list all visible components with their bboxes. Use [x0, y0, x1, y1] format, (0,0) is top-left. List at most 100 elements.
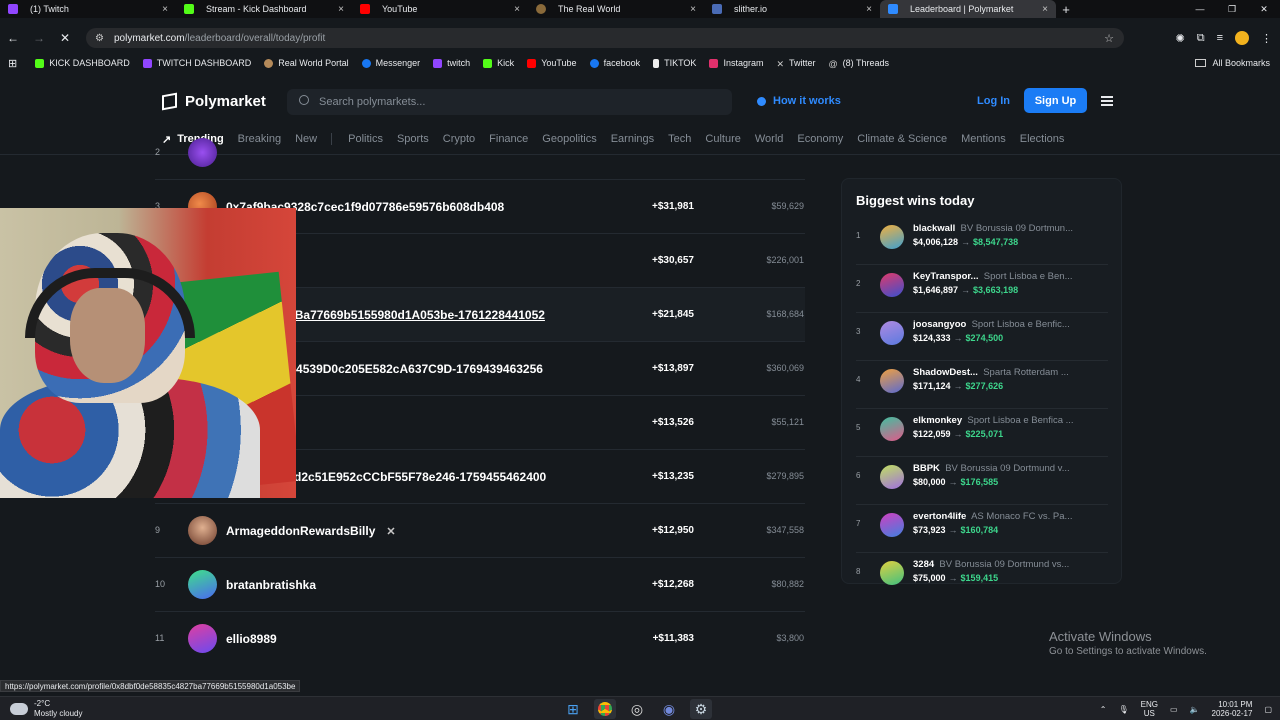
win-username[interactable]: everton4life: [913, 511, 966, 522]
win-item[interactable]: 8 3284 BV Borussia 09 Dortmund vs... $75…: [856, 553, 1108, 601]
username-link[interactable]: ArmageddonRewardsBilly ✕: [226, 524, 396, 538]
bookmark-twitch-dashboard[interactable]: TWITCH DASHBOARD: [142, 58, 251, 68]
user-avatar[interactable]: [880, 417, 904, 441]
bookmark-twitch[interactable]: twitch: [433, 58, 470, 68]
win-item[interactable]: 6 BBPK BV Borussia 09 Dortmund v... $80,…: [856, 457, 1108, 505]
win-event[interactable]: BV Borussia 09 Dortmund v...: [945, 463, 1069, 474]
chrome-icon[interactable]: [594, 699, 616, 719]
apps-grid-icon[interactable]: ⊞: [8, 57, 17, 70]
close-icon[interactable]: ×: [1042, 4, 1048, 15]
bookmark-tiktok[interactable]: TIKTOK: [653, 58, 696, 68]
win-username[interactable]: 3284: [913, 559, 934, 570]
login-button[interactable]: Log In: [977, 95, 1010, 107]
extensions-puzzle-icon[interactable]: ⧉: [1197, 32, 1205, 45]
weather-widget[interactable]: -2°C Mostly cloudy: [10, 699, 82, 719]
win-event[interactable]: Sparta Rotterdam ...: [983, 367, 1069, 378]
leaderboard-row[interactable]: 11 ellio8989 +$11,383 $3,800: [155, 612, 805, 666]
category-climate-science[interactable]: Climate & Science: [857, 133, 947, 145]
tab-real-world[interactable]: The Real World ×: [528, 0, 704, 18]
how-it-works-link[interactable]: How it works: [757, 95, 841, 107]
win-event[interactable]: Sport Lisboa e Ben...: [984, 271, 1073, 282]
maximize-icon[interactable]: ❐: [1216, 0, 1248, 18]
clock[interactable]: 10:01 PM 2026-02-17: [1212, 700, 1253, 718]
close-icon[interactable]: ×: [514, 4, 520, 15]
language-indicator[interactable]: ENG US: [1141, 700, 1158, 718]
hamburger-menu-icon[interactable]: [1101, 96, 1113, 106]
profile-avatar[interactable]: [1235, 31, 1249, 45]
win-item[interactable]: 3 joosangyoo Sport Lisboa e Benfic... $1…: [856, 313, 1108, 361]
windows-start-icon[interactable]: ⊞: [562, 699, 584, 719]
minimize-icon[interactable]: —: [1184, 0, 1216, 18]
tab-youtube[interactable]: YouTube ×: [352, 0, 528, 18]
new-tab-button[interactable]: +: [1056, 2, 1076, 17]
bookmark-youtube[interactable]: YouTube: [527, 58, 577, 68]
user-avatar[interactable]: [880, 513, 904, 537]
win-event[interactable]: AS Monaco FC vs. Pa...: [971, 511, 1072, 522]
username-link[interactable]: ellio8989: [226, 632, 277, 646]
x-icon[interactable]: ✕: [386, 525, 395, 538]
leaderboard-row[interactable]: 2: [155, 126, 805, 180]
user-avatar[interactable]: [880, 561, 904, 585]
user-avatar[interactable]: [880, 225, 904, 249]
close-window-icon[interactable]: ✕: [1248, 0, 1280, 18]
tab-polymarket[interactable]: Leaderboard | Polymarket ×: [880, 0, 1056, 18]
close-icon[interactable]: ×: [338, 4, 344, 15]
user-avatar[interactable]: [880, 273, 904, 297]
tab-kick[interactable]: Stream - Kick Dashboard ×: [176, 0, 352, 18]
microphone-icon[interactable]: 🎙: [1118, 705, 1128, 714]
volume-icon[interactable]: 🔈: [1190, 705, 1200, 714]
site-settings-icon[interactable]: ⚙: [95, 33, 104, 44]
tab-slither[interactable]: slither.io ×: [704, 0, 880, 18]
leaderboard-row[interactable]: 10 bratanbratishka +$12,268 $80,882: [155, 558, 805, 612]
steam-icon[interactable]: ⚙: [690, 699, 712, 719]
network-icon[interactable]: ▭: [1170, 705, 1178, 714]
win-username[interactable]: elkmonkey: [913, 415, 962, 426]
win-item[interactable]: 1 blackwall BV Borussia 09 Dortmun... $4…: [856, 217, 1108, 265]
search-input[interactable]: Search polymarkets...: [287, 89, 732, 115]
win-event[interactable]: BV Borussia 09 Dortmun...: [961, 223, 1073, 234]
user-avatar[interactable]: [188, 516, 217, 545]
win-event[interactable]: Sport Lisboa e Benfica ...: [967, 415, 1073, 426]
notification-icon[interactable]: ▢: [1264, 705, 1272, 714]
polymarket-logo[interactable]: Polymarket: [162, 92, 266, 111]
win-username[interactable]: ShadowDest...: [913, 367, 978, 378]
bookmark-instagram[interactable]: Instagram: [709, 58, 763, 68]
tab-twitch[interactable]: (1) Twitch ×: [0, 0, 176, 18]
all-bookmarks[interactable]: All Bookmarks: [1195, 58, 1270, 68]
user-avatar[interactable]: [188, 138, 217, 167]
user-avatar[interactable]: [188, 624, 217, 653]
bookmark-kick-dashboard[interactable]: KICK DASHBOARD: [35, 58, 130, 68]
username-link[interactable]: bratanbratishka: [226, 578, 316, 592]
media-controls-icon[interactable]: ≡: [1217, 32, 1223, 44]
category-elections[interactable]: Elections: [1020, 133, 1065, 145]
obs-icon[interactable]: ◎: [626, 699, 648, 719]
menu-dots-icon[interactable]: ⋮: [1261, 32, 1272, 45]
bookmark-kick[interactable]: Kick: [483, 58, 514, 68]
close-icon[interactable]: ×: [866, 4, 872, 15]
leaderboard-row[interactable]: 9 ArmageddonRewardsBilly ✕ +$12,950 $347,…: [155, 504, 805, 558]
category-mentions[interactable]: Mentions: [961, 133, 1006, 145]
bookmark-threads[interactable]: @ (8) Threads: [829, 58, 890, 69]
win-username[interactable]: KeyTranspor...: [913, 271, 978, 282]
close-icon[interactable]: ×: [162, 4, 168, 15]
bookmark-star-icon[interactable]: ☆: [1104, 32, 1114, 45]
user-avatar[interactable]: [880, 465, 904, 489]
win-username[interactable]: BBPK: [913, 463, 940, 474]
extension-icon[interactable]: ✺: [1176, 32, 1185, 45]
back-icon[interactable]: ←: [0, 31, 26, 45]
bookmark-twitter[interactable]: ✕ Twitter: [776, 58, 815, 69]
bookmark-facebook[interactable]: facebook: [589, 58, 640, 68]
win-username[interactable]: joosangyoo: [913, 319, 966, 330]
bookmark-real-world-portal[interactable]: Real World Portal: [264, 58, 349, 68]
bookmark-messenger[interactable]: Messenger: [361, 58, 420, 68]
user-avatar[interactable]: [880, 321, 904, 345]
win-item[interactable]: 7 everton4life AS Monaco FC vs. Pa... $7…: [856, 505, 1108, 553]
close-icon[interactable]: ×: [690, 4, 696, 15]
win-item[interactable]: 5 elkmonkey Sport Lisboa e Benfica ... $…: [856, 409, 1108, 457]
url-input[interactable]: ⚙ polymarket.com/leaderboard/overall/tod…: [86, 28, 1124, 48]
win-item[interactable]: 4 ShadowDest... Sparta Rotterdam ... $17…: [856, 361, 1108, 409]
chevron-up-icon[interactable]: ⌃: [1100, 705, 1107, 714]
win-item[interactable]: 2 KeyTranspor... Sport Lisboa e Ben... $…: [856, 265, 1108, 313]
win-event[interactable]: BV Borussia 09 Dortmund vs...: [939, 559, 1069, 570]
win-username[interactable]: blackwall: [913, 223, 955, 234]
